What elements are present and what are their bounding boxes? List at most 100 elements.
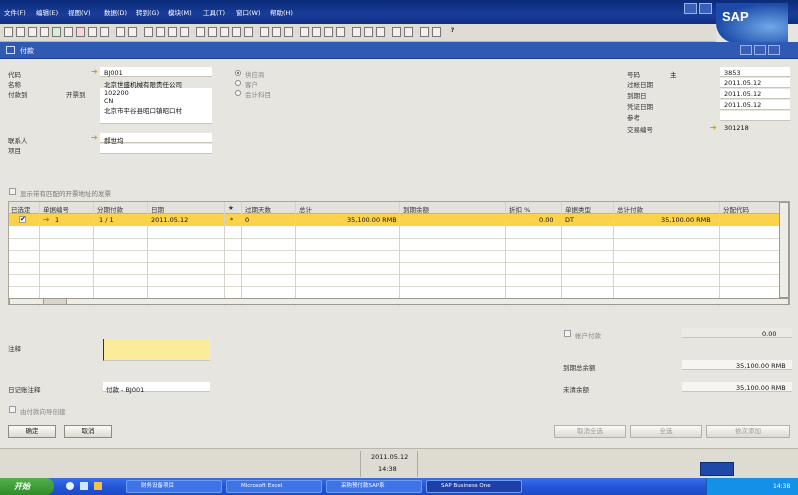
col-installment[interactable]: 分期付款 <box>97 204 123 214</box>
cancel-button[interactable]: 取消 <box>64 425 112 438</box>
vendor-radio[interactable] <box>235 70 241 76</box>
previous-record-icon[interactable] <box>156 27 165 37</box>
filter-icon[interactable] <box>196 27 205 37</box>
last-record-icon[interactable] <box>180 27 189 37</box>
next-record-icon[interactable] <box>168 27 177 37</box>
word-icon[interactable] <box>64 27 73 37</box>
calculator-icon[interactable] <box>352 27 361 37</box>
show-invoices-checkbox[interactable] <box>9 188 16 195</box>
messages-icon[interactable] <box>324 27 333 37</box>
project-field[interactable] <box>100 144 212 154</box>
show-desktop-icon[interactable] <box>80 482 88 490</box>
menu-modules[interactable]: 模块(M) <box>168 7 192 17</box>
maximize-icon[interactable] <box>699 3 712 14</box>
status-time: 14:38 <box>378 465 397 473</box>
col-date[interactable]: 日期 <box>151 204 164 214</box>
transaction-icon[interactable] <box>432 27 441 37</box>
user-icon[interactable] <box>312 27 321 37</box>
drag-relate-icon[interactable] <box>420 27 429 37</box>
menu-goto[interactable]: 转到(G) <box>136 7 159 17</box>
first-record-icon[interactable] <box>144 27 153 37</box>
ok-button[interactable]: 确定 <box>8 425 56 438</box>
tray-clock: 14:38 <box>773 483 791 490</box>
launch-icon[interactable] <box>88 27 97 37</box>
select-all-button[interactable]: 全选 <box>630 425 702 438</box>
ie-icon[interactable] <box>66 482 74 490</box>
row-checkbox[interactable]: ✔ <box>19 215 26 223</box>
account-radio[interactable] <box>235 90 241 96</box>
media-icon[interactable] <box>94 482 102 490</box>
sort-icon[interactable] <box>208 27 217 37</box>
payment-means-icon[interactable] <box>272 27 281 37</box>
contact-link-arrow-icon[interactable]: ➔ <box>91 134 98 142</box>
menu-help[interactable]: 帮助(H) <box>270 7 293 17</box>
window-close-icon[interactable] <box>768 45 780 55</box>
col-doc-no[interactable]: 单据编号 <box>43 204 69 214</box>
number-series[interactable]: 主 <box>670 69 677 79</box>
vertical-scrollbar[interactable] <box>779 202 789 298</box>
email-icon[interactable] <box>28 27 37 37</box>
horizontal-scrollbar[interactable] <box>9 298 789 305</box>
row-total-payment[interactable]: 35,100.00 RMB <box>661 216 711 224</box>
col-allocation[interactable]: 分配代码 <box>723 204 749 214</box>
col-discount[interactable]: 折扣 % <box>509 204 530 214</box>
currency-icon[interactable] <box>284 27 293 37</box>
settings-icon[interactable] <box>300 27 309 37</box>
fax-icon[interactable] <box>40 27 49 37</box>
gross-profit-icon[interactable] <box>260 27 269 37</box>
menu-data[interactable]: 数据(D) <box>104 7 127 17</box>
row-link-arrow-icon[interactable]: ➔ <box>43 216 50 224</box>
pay-to-selector[interactable]: 开票到 <box>66 89 86 99</box>
task-document[interactable]: 采购预付款SAP系 <box>326 480 422 493</box>
deselect-all-button[interactable]: 取消全选 <box>554 425 626 438</box>
customer-radio[interactable] <box>235 80 241 86</box>
pen-icon[interactable] <box>376 27 385 37</box>
calendar-icon[interactable] <box>336 27 345 37</box>
language-bar[interactable] <box>700 462 734 476</box>
alerts-icon[interactable] <box>364 27 373 37</box>
window-maximize-icon[interactable] <box>754 45 766 55</box>
add-icon[interactable] <box>128 27 137 37</box>
approval-icon[interactable] <box>392 27 401 37</box>
menu-window[interactable]: 窗口(W) <box>236 7 261 17</box>
col-total[interactable]: 总计 <box>299 204 312 214</box>
col-doc-type[interactable]: 单据类型 <box>565 204 591 214</box>
window-minimize-icon[interactable] <box>740 45 752 55</box>
add-in-sequence-button[interactable]: 依次添加 <box>706 425 790 438</box>
find-icon[interactable] <box>116 27 125 37</box>
trans-link-arrow-icon[interactable]: ➔ <box>710 124 717 132</box>
pdf-icon[interactable] <box>76 27 85 37</box>
col-selected[interactable]: 已选定 <box>11 204 31 214</box>
account-payment-checkbox[interactable] <box>564 330 571 337</box>
remarks-field[interactable] <box>103 339 210 361</box>
base-document-icon[interactable] <box>220 27 229 37</box>
minimize-icon[interactable] <box>684 3 697 14</box>
task-excel[interactable]: Microsoft Excel <box>226 480 322 493</box>
help-icon[interactable]: ? <box>448 27 457 37</box>
col-overdue-days[interactable]: 过期天数 <box>245 204 271 214</box>
contact-label: 联系人 <box>8 137 28 145</box>
journal-icon[interactable] <box>244 27 253 37</box>
grid-line <box>399 202 400 306</box>
menu-edit[interactable]: 编辑(E) <box>36 7 58 17</box>
col-due-balance[interactable]: 到期余额 <box>403 204 429 214</box>
reference-field[interactable] <box>720 111 790 121</box>
menu-view[interactable]: 视图(V) <box>68 7 91 17</box>
preview-icon[interactable] <box>16 27 25 37</box>
excel-icon[interactable] <box>52 27 61 37</box>
task-sap[interactable]: SAP Business One <box>426 480 522 493</box>
target-document-icon[interactable] <box>232 27 241 37</box>
task-folder[interactable]: 财务设备项目 <box>126 480 222 493</box>
col-total-payment[interactable]: 总计付款 <box>617 204 643 214</box>
project-label: 项目 <box>8 147 21 155</box>
menu-file[interactable]: 文件(F) <box>4 7 26 17</box>
col-star[interactable]: ★ <box>228 204 234 212</box>
print-icon[interactable] <box>4 27 13 37</box>
horizontal-scroll-thumb[interactable] <box>43 298 67 305</box>
link-arrow-icon[interactable]: ➔ <box>91 68 98 76</box>
form-settings-icon[interactable] <box>404 27 413 37</box>
row-discount[interactable]: 0.00 <box>539 216 553 224</box>
menu-tools[interactable]: 工具(T) <box>203 7 225 17</box>
start-button[interactable]: 开始 <box>0 478 54 495</box>
lock-icon[interactable] <box>100 27 109 37</box>
